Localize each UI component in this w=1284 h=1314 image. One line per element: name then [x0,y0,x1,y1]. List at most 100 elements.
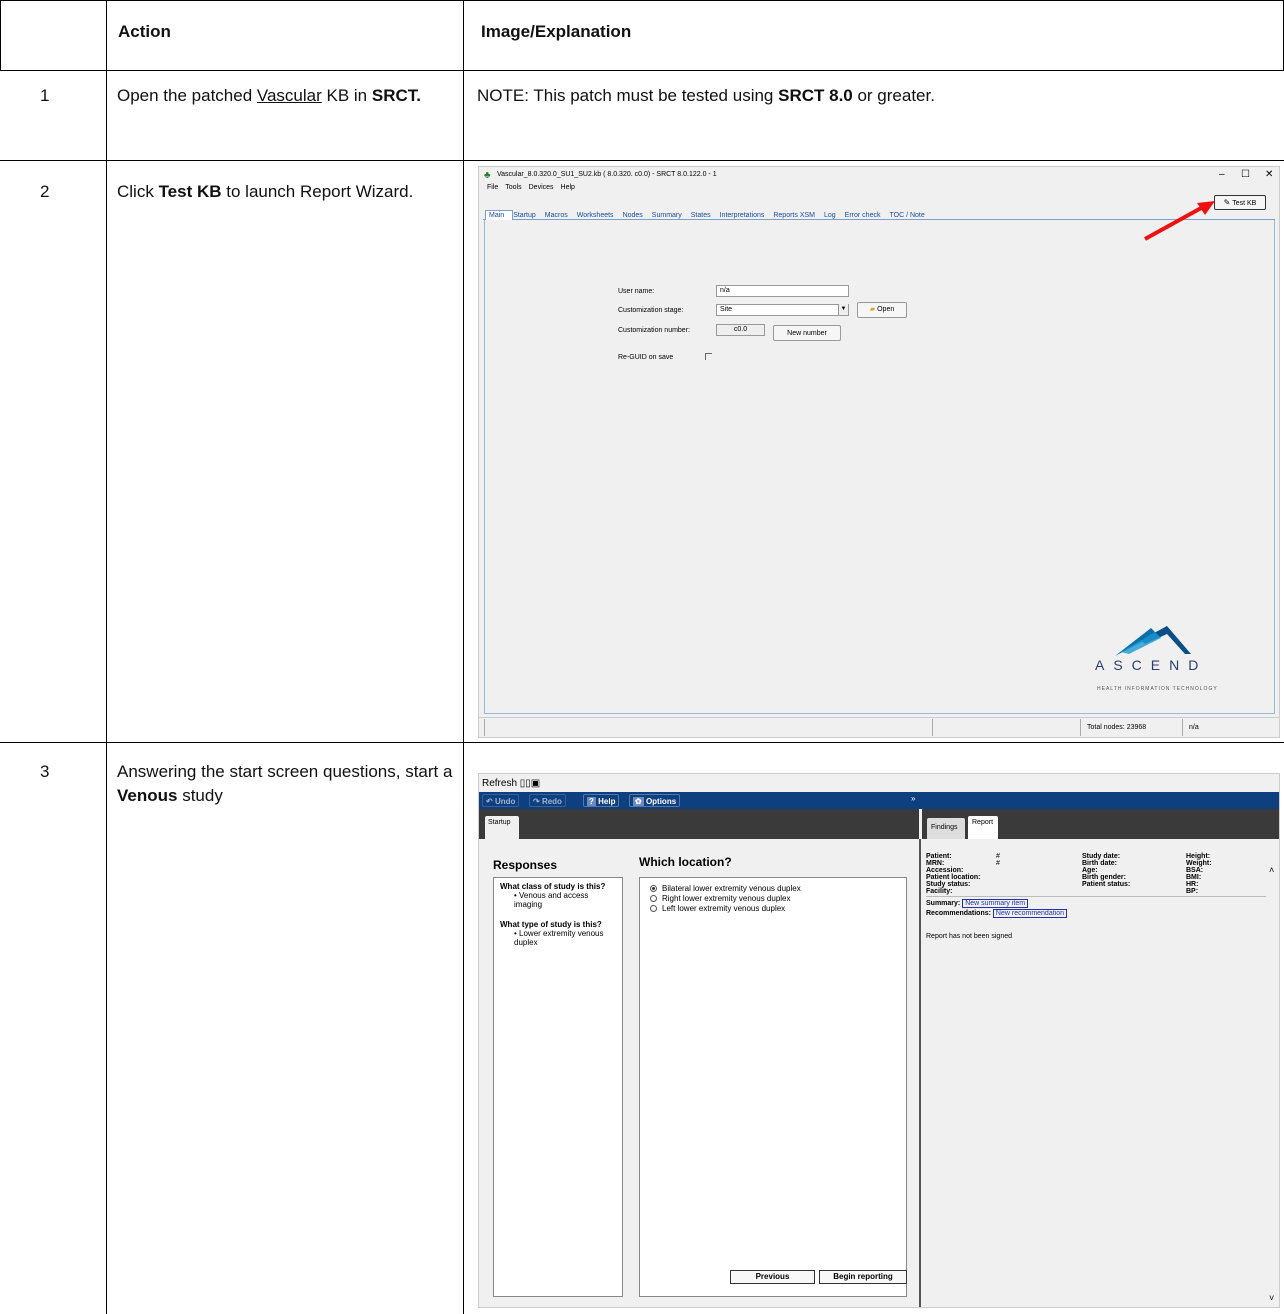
number-field: c0.0 [716,324,765,336]
menu-help[interactable]: Help [561,184,575,191]
responses-title: Responses [493,858,558,872]
status-sep [484,719,485,736]
row-3-action: Answering the start screen questions, st… [117,760,457,808]
table-col-line [106,0,107,1314]
response-q1[interactable]: What class of study is this? [500,882,605,891]
tab-startup[interactable]: Startup [513,212,536,219]
tab-summary[interactable]: Summary [652,212,682,219]
open-button[interactable]: ▰ Open [857,302,907,318]
new-recommendation-link[interactable]: New recommendation [992,909,1068,918]
redo-button[interactable]: ↷ Redo [529,794,566,807]
tab-interpretations[interactable]: Interpretations [720,212,765,219]
menu-devices[interactable]: Devices [529,184,554,191]
report-wizard-screenshot: Refresh ▯▯▣ ↶ Undo ↷ Redo ? Help ✿ Optio… [478,773,1280,1308]
table-row-line [0,742,1284,743]
options-button[interactable]: ✿ Options [629,794,681,807]
ascend-logo-icon [1115,626,1191,656]
tab-error-check[interactable]: Error check [845,212,881,219]
menu-tools[interactable]: Tools [505,184,521,191]
tab-findings[interactable]: Findings [927,818,965,839]
tab-macros[interactable]: Macros [545,212,568,219]
panel-divider [919,839,921,1307]
chevron-down-icon[interactable]: ▼ [838,304,848,315]
begin-reporting-button[interactable]: Begin reporting [819,1270,907,1284]
row-1-action: Open the patched Vascular KB in SRCT. [117,84,447,108]
patient-col-labels: Patient: MRN: Accession: Patient location: S… [926,853,981,895]
vitals-col-labels: Height: Weight: BSA: BMI: HR: BP: [1186,853,1212,895]
expand-icon[interactable]: » [911,794,915,803]
table-border-top [0,0,1284,1]
response-a1: • Venous and access imaging [514,891,589,909]
row-1-explanation: NOTE: This patch must be tested using SR… [477,84,1267,108]
row-2-number: 2 [40,182,50,201]
refresh-link[interactable]: Refresh ▯▯▣ [482,778,540,789]
row-2-action-text-2: to launch Report Wizard. [221,182,414,201]
option-left[interactable]: Left lower extremity venous duplex [650,904,785,913]
status-user: n/a [1189,724,1199,731]
option-right[interactable]: Right lower extremity venous duplex [650,894,791,903]
stage-label: Customization stage: [618,307,684,314]
tab-row: Main Startup Macros Worksheets Nodes Summary S… [489,212,934,219]
gear-icon: ✿ [633,797,644,806]
previous-button[interactable]: Previous [730,1270,815,1284]
undo-button[interactable]: ↶ Undo [482,794,520,807]
scroll-down-icon[interactable]: ˅ [1269,1293,1274,1303]
tab-worksheets[interactable]: Worksheets [577,212,614,219]
open-label: Open [877,306,895,313]
response-q2[interactable]: What type of study is this? [500,920,602,929]
column-icon: ▯▯▣ [519,778,541,789]
number-label: Customization number: [618,327,690,334]
tab-startup[interactable]: Startup [485,816,519,840]
study-col-labels: Study date: Birth date: Age: Birth gender: P… [1082,853,1131,888]
srct-window-screenshot: ♣ Vascular_8.0.320.0_SU1_SU2.kb ( 8.0.32… [478,166,1280,738]
header-explanation: Image/Explanation [481,22,632,41]
table-row-line [0,160,1284,161]
ascend-logo-text: ASCEND [1095,657,1208,673]
tab-log[interactable]: Log [824,212,836,219]
help-icon: ? [587,797,596,806]
new-summary-link[interactable]: New summary item [962,899,1029,908]
window-title: Vascular_8.0.320.0_SU1_SU2.kb ( 8.0.320.… [497,171,717,178]
table-col-line [0,0,1,70]
tab-report[interactable]: Report [968,816,998,840]
table-row-line [0,70,1284,71]
user-name-field[interactable]: n/a [716,285,849,297]
radio-icon [650,895,657,902]
row-2-action-bold: Test KB [158,182,222,201]
window-maximize[interactable]: ☐ [1241,169,1250,180]
report-not-signed: Report has not been signed [926,933,1013,940]
report-panel: Patient: MRN: Accession: Patient location: S… [922,839,1279,1307]
status-sep [932,719,933,736]
tab-main[interactable]: Main [489,212,504,219]
test-kb-button[interactable]: ✎ Test KB [1214,195,1266,210]
new-number-button[interactable]: New number [773,325,841,341]
test-kb-label: Test KB [1232,200,1257,207]
user-name-label: User name: [618,288,655,295]
help-button[interactable]: ? Help [583,794,620,807]
row-1-action-text-2: KB in [321,86,372,105]
radio-icon [650,905,657,912]
window-minimize[interactable]: – [1219,169,1225,180]
option-bilateral[interactable]: Bilateral lower extremity venous duplex [650,884,801,893]
tab-reports-xsm[interactable]: Reports XSM [773,212,815,219]
tab-toc-note[interactable]: TOC / Note [889,212,924,219]
status-sep [1182,719,1183,736]
row-3-action-text-2: study [177,786,223,805]
row-1-action-bold: SRCT. [371,86,421,105]
tab-nodes[interactable]: Nodes [623,212,643,219]
window-close[interactable]: ✕ [1265,169,1273,180]
reguid-checkbox[interactable] [705,353,712,360]
row-2-action: Click Test KB to launch Report Wizard. [117,180,427,204]
undo-icon: ↶ [486,797,493,806]
location-panel: Bilateral lower extremity venous duplex … [639,877,907,1297]
redo-icon: ↷ [533,797,540,806]
recommendations-row: Recommendations: New recommendation [926,909,1068,918]
ascend-logo-sub: HEALTH INFORMATION TECHNOLOGY [1097,686,1218,692]
menu-file[interactable]: File [487,184,498,191]
app-icon: ♣ [484,170,491,181]
tab-states[interactable]: States [691,212,711,219]
row-2-action-text: Click [117,182,159,201]
scroll-up-icon[interactable]: ˄ [1269,865,1274,875]
wizard-toolbar: ↶ Undo ↷ Redo ? Help ✿ Options » [479,792,1279,809]
stage-select[interactable]: Site ▼ [716,304,849,316]
